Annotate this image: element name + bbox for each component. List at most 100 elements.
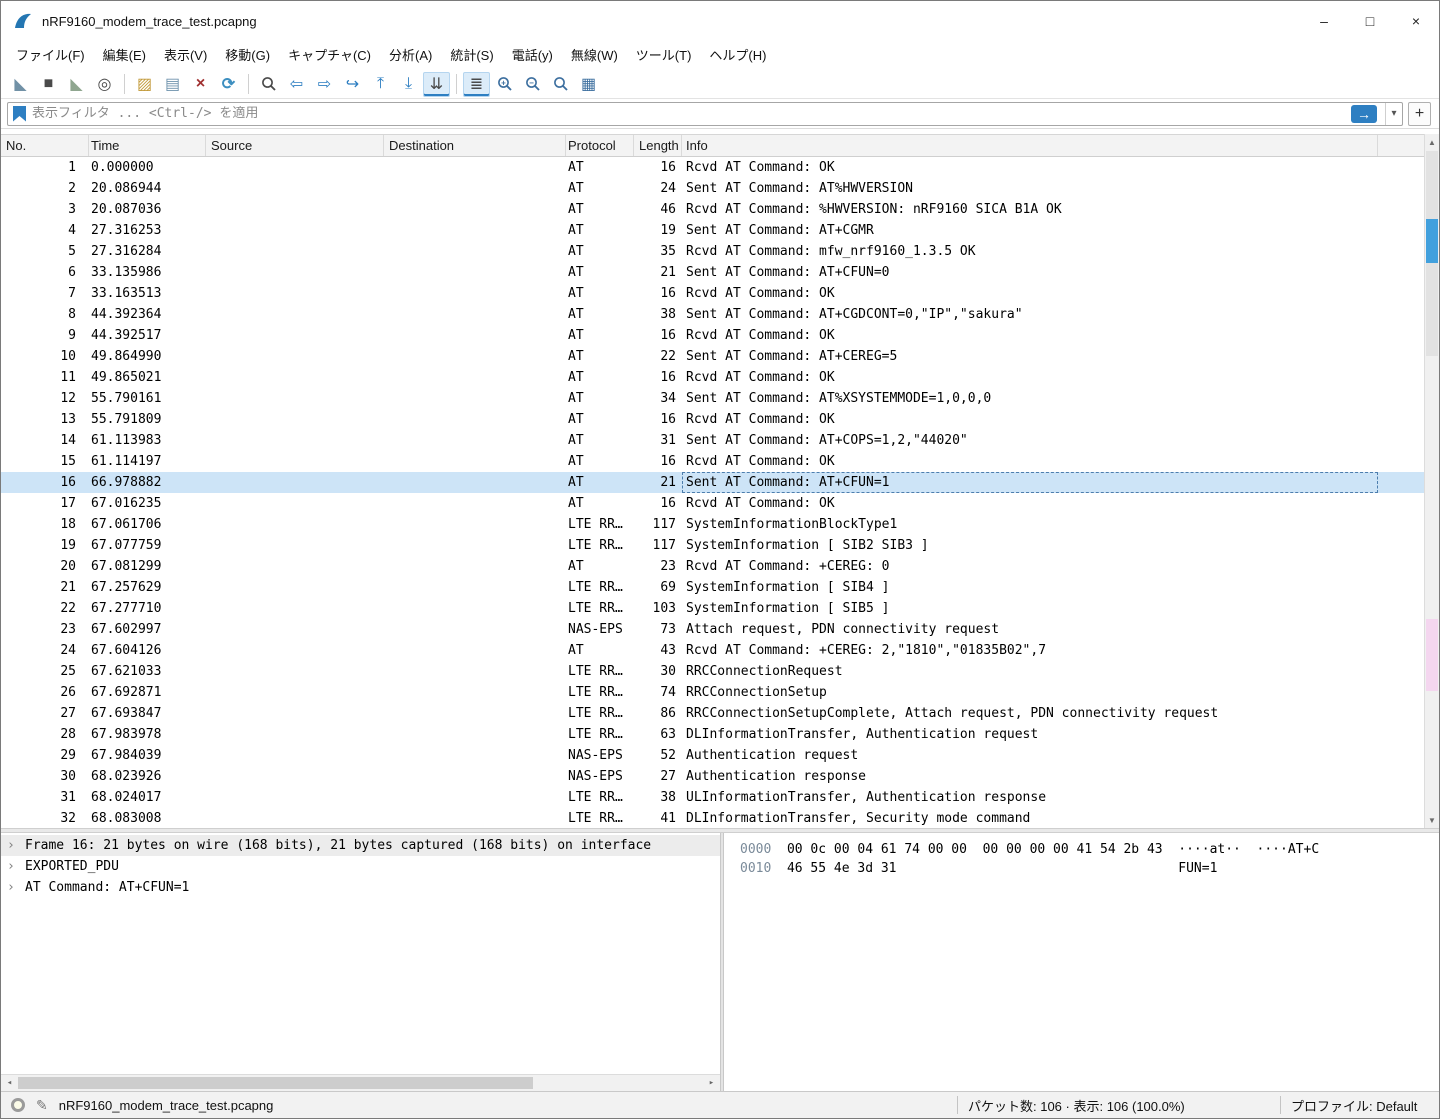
find-packet-icon[interactable]: [255, 72, 282, 97]
menu-statistics[interactable]: 統計(S): [441, 45, 502, 67]
go-to-packet-icon[interactable]: ↪: [339, 72, 366, 97]
hex-line[interactable]: 000000 0c 00 04 61 74 00 00 00 00 00 00 …: [740, 840, 1439, 859]
packet-row[interactable]: 1255.790161AT34Sent AT Command: AT%XSYST…: [1, 388, 1424, 409]
packet-row[interactable]: 1666.978882AT21Sent AT Command: AT+CFUN=…: [1, 472, 1424, 493]
packet-row[interactable]: 633.135986AT21Sent AT Command: AT+CFUN=0: [1, 262, 1424, 283]
zoom-reset-icon[interactable]: [547, 72, 574, 97]
details-hscroll-thumb[interactable]: [18, 1077, 533, 1089]
go-back-icon[interactable]: ⇦: [283, 72, 310, 97]
column-header-source[interactable]: Source: [206, 135, 384, 156]
packet-row[interactable]: 844.392364AT38Sent AT Command: AT+CGDCON…: [1, 304, 1424, 325]
packet-row[interactable]: 10.000000AT16Rcvd AT Command: OK: [1, 157, 1424, 178]
column-header-destination[interactable]: Destination: [384, 135, 566, 156]
packet-row[interactable]: 1149.865021AT16Rcvd AT Command: OK: [1, 367, 1424, 388]
packet-row[interactable]: 1767.016235AT16Rcvd AT Command: OK: [1, 493, 1424, 514]
maximize-button[interactable]: □: [1347, 1, 1393, 41]
packet-row[interactable]: 733.163513AT16Rcvd AT Command: OK: [1, 283, 1424, 304]
colorize-icon[interactable]: ≣: [463, 72, 490, 97]
close-file-icon[interactable]: ×: [187, 72, 214, 97]
column-header-info[interactable]: Info: [682, 135, 1378, 156]
menu-tools[interactable]: ツール(T): [627, 45, 701, 67]
hex-line[interactable]: 001046 55 4e 3d 31FUN=1: [740, 859, 1439, 878]
go-forward-icon[interactable]: ⇨: [311, 72, 338, 97]
packet-list-scrollbar[interactable]: ▲ ▼: [1424, 134, 1439, 828]
expander-icon[interactable]: ›: [7, 856, 25, 877]
scroll-down-icon[interactable]: ▼: [1425, 812, 1439, 828]
menu-capture[interactable]: キャプチャ(C): [279, 45, 380, 67]
packet-row[interactable]: 2367.602997NAS-EPS73Attach request, PDN …: [1, 619, 1424, 640]
packet-row[interactable]: 1561.114197AT16Rcvd AT Command: OK: [1, 451, 1424, 472]
column-header-length[interactable]: Length: [634, 135, 682, 156]
resize-columns-icon[interactable]: ▦: [575, 72, 602, 97]
column-header-time[interactable]: Time: [89, 135, 206, 156]
statusbar-profile[interactable]: プロファイル: Default: [1281, 1096, 1439, 1115]
packet-row[interactable]: 1355.791809AT16Rcvd AT Command: OK: [1, 409, 1424, 430]
packet-row[interactable]: 2667.692871LTE RR…74RRCConnectionSetup: [1, 682, 1424, 703]
scroll-left-icon[interactable]: ◂: [1, 1075, 18, 1091]
window-controls: – □ ×: [1301, 1, 1439, 41]
bookmark-icon[interactable]: [13, 106, 26, 122]
scroll-right-icon[interactable]: ▸: [703, 1075, 720, 1091]
minimize-button[interactable]: –: [1301, 1, 1347, 41]
menu-file[interactable]: ファイル(F): [7, 45, 94, 67]
expert-info-icon[interactable]: [11, 1098, 25, 1112]
filter-dropdown-icon[interactable]: ▾: [1385, 103, 1402, 125]
packet-row[interactable]: 3068.023926NAS-EPS27Authentication respo…: [1, 766, 1424, 787]
packet-row[interactable]: 3268.083008LTE RR…41DLInformationTransfe…: [1, 808, 1424, 828]
menu-edit[interactable]: 編集(E): [94, 45, 155, 67]
packet-row[interactable]: 2067.081299AT23Rcvd AT Command: +CEREG: …: [1, 556, 1424, 577]
packet-row[interactable]: 427.316253AT19Sent AT Command: AT+CGMR: [1, 220, 1424, 241]
expander-icon[interactable]: ›: [7, 877, 25, 898]
scroll-up-icon[interactable]: ▲: [1425, 134, 1439, 150]
display-filter-input[interactable]: [32, 106, 1345, 121]
save-file-icon[interactable]: ▤: [159, 72, 186, 97]
packet-row[interactable]: 944.392517AT16Rcvd AT Command: OK: [1, 325, 1424, 346]
capture-comment-icon[interactable]: ✎: [36, 1097, 48, 1114]
zoom-out-icon[interactable]: −: [519, 72, 546, 97]
details-line[interactable]: ›Frame 16: 21 bytes on wire (168 bits), …: [1, 835, 720, 856]
packet-row[interactable]: 1967.077759LTE RR…117SystemInformation […: [1, 535, 1424, 556]
menu-telephony[interactable]: 電話(y): [503, 45, 562, 67]
details-hscrollbar[interactable]: ◂ ▸: [1, 1074, 720, 1091]
cell-time: 68.023926: [89, 766, 206, 787]
menu-help[interactable]: ヘルプ(H): [700, 45, 775, 67]
packet-row[interactable]: 220.086944AT24Sent AT Command: AT%HWVERS…: [1, 178, 1424, 199]
close-button[interactable]: ×: [1393, 1, 1439, 41]
reload-file-icon[interactable]: ⟳: [215, 72, 242, 97]
open-file-icon[interactable]: ▨: [131, 72, 158, 97]
packet-row[interactable]: 1461.113983AT31Sent AT Command: AT+COPS=…: [1, 430, 1424, 451]
packet-row[interactable]: 2767.693847LTE RR…86RRCConnectionSetupCo…: [1, 703, 1424, 724]
packet-row[interactable]: 1867.061706LTE RR…117SystemInformationBl…: [1, 514, 1424, 535]
packet-row[interactable]: 2567.621033LTE RR…30RRCConnectionRequest: [1, 661, 1424, 682]
expander-icon[interactable]: ›: [7, 835, 25, 856]
details-line[interactable]: ›EXPORTED_PDU: [1, 856, 720, 877]
cell-no: 21: [1, 577, 89, 598]
packet-row[interactable]: 320.087036AT46Rcvd AT Command: %HWVERSIO…: [1, 199, 1424, 220]
packet-row[interactable]: 2467.604126AT43Rcvd AT Command: +CEREG: …: [1, 640, 1424, 661]
apply-filter-button[interactable]: →: [1351, 105, 1377, 123]
menu-analyze[interactable]: 分析(A): [380, 45, 441, 67]
packet-row[interactable]: 2967.984039NAS-EPS52Authentication reque…: [1, 745, 1424, 766]
go-first-icon[interactable]: ⤒: [367, 72, 394, 97]
packet-row[interactable]: 2267.277710LTE RR…103SystemInformation […: [1, 598, 1424, 619]
packet-row[interactable]: 527.316284AT35Rcvd AT Command: mfw_nrf91…: [1, 241, 1424, 262]
packet-row[interactable]: 2867.983978LTE RR…63DLInformationTransfe…: [1, 724, 1424, 745]
column-header-protocol[interactable]: Protocol: [566, 135, 634, 156]
packet-row[interactable]: 3168.024017LTE RR…38ULInformationTransfe…: [1, 787, 1424, 808]
stop-capture-icon[interactable]: ■: [35, 72, 62, 97]
auto-scroll-icon[interactable]: ⇊: [423, 72, 450, 97]
restart-capture-icon[interactable]: ◣: [63, 72, 90, 97]
start-capture-icon[interactable]: ◣: [7, 72, 34, 97]
menu-view[interactable]: 表示(V): [155, 45, 216, 67]
column-header-no[interactable]: No.: [1, 135, 89, 156]
capture-options-icon[interactable]: ◎: [91, 72, 118, 97]
packet-row[interactable]: 1049.864990AT22Sent AT Command: AT+CEREG…: [1, 346, 1424, 367]
menu-wireless[interactable]: 無線(W): [562, 45, 627, 67]
go-last-icon[interactable]: ⤓: [395, 72, 422, 97]
add-filter-button[interactable]: +: [1408, 102, 1431, 126]
details-line[interactable]: ›AT Command: AT+CFUN=1: [1, 877, 720, 898]
packet-row[interactable]: 2167.257629LTE RR…69SystemInformation [ …: [1, 577, 1424, 598]
menu-go[interactable]: 移動(G): [216, 45, 279, 67]
cell-source: [206, 556, 384, 577]
zoom-in-icon[interactable]: +: [491, 72, 518, 97]
